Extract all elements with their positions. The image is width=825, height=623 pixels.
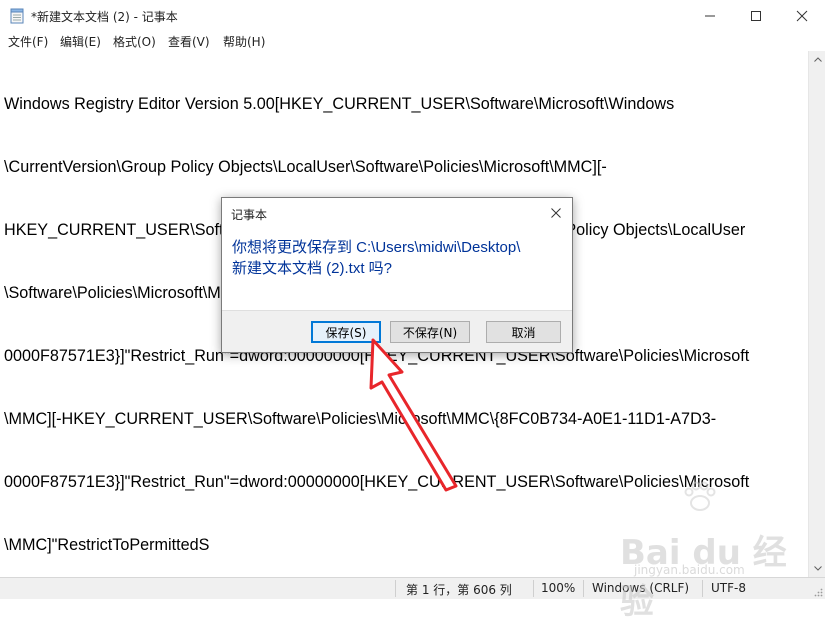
menu-file[interactable]: 文件(F) <box>8 33 48 50</box>
close-button[interactable] <box>779 0 825 31</box>
window-title: *新建文本文档 (2) - 记事本 <box>31 10 178 24</box>
editor-line: Windows Registry Editor Version 5.00[HKE… <box>4 95 675 113</box>
title-bar[interactable]: *新建文本文档 (2) - 记事本 <box>0 0 825 31</box>
dialog-message-line: 新建文本文档 (2).txt 吗? <box>232 260 393 277</box>
dialog-title-bar[interactable]: 记事本 <box>222 198 572 228</box>
close-icon <box>796 10 808 21</box>
maximize-button[interactable] <box>733 0 779 31</box>
menu-view[interactable]: 查看(V) <box>168 33 210 50</box>
status-divider <box>533 580 534 597</box>
cursor-position: 第 1 行，第 606 列 <box>406 583 512 597</box>
menu-format[interactable]: 格式(O) <box>113 33 156 50</box>
editor-line: \MMC][-HKEY_CURRENT_USER\Software\Polici… <box>4 410 717 428</box>
dialog-message: 你想将更改保存到 C:\Users\midwi\Desktop\ 新建文本文档 … <box>232 237 567 279</box>
menu-bar: 文件(F) 编辑(E) 格式(O) 查看(V) 帮助(H) <box>0 31 825 51</box>
menu-edit[interactable]: 编辑(E) <box>60 33 101 50</box>
menu-help[interactable]: 帮助(H) <box>223 33 265 50</box>
dialog-message-line: 你想将更改保存到 C:\Users\midwi\Desktop\ <box>232 239 521 256</box>
editor-line: \CurrentVersion\Group Policy Objects\Loc… <box>4 158 607 176</box>
minimize-icon <box>705 15 715 16</box>
status-divider <box>395 580 396 597</box>
scroll-up-button[interactable] <box>809 51 825 68</box>
zoom-level: 100% <box>541 581 576 595</box>
baidu-watermark: Bai du 经验 jingyan.baidu.com <box>620 481 820 622</box>
save-changes-dialog: 记事本 你想将更改保存到 C:\Users\midwi\Desktop\ 新建文… <box>221 197 573 353</box>
close-icon <box>551 208 561 218</box>
paw-icon <box>684 481 716 511</box>
save-button[interactable]: 保存(S) <box>311 321 381 343</box>
dont-save-button[interactable]: 不保存(N) <box>390 321 470 343</box>
dialog-button-bar: 保存(S) 不保存(N) 取消 <box>222 310 572 352</box>
dialog-close-button[interactable] <box>540 198 572 228</box>
status-divider <box>583 580 584 597</box>
notepad-icon <box>10 8 24 24</box>
vertical-scrollbar[interactable] <box>808 51 825 577</box>
minimize-button[interactable] <box>687 0 733 31</box>
watermark-url: jingyan.baidu.com <box>634 563 745 577</box>
cancel-button[interactable]: 取消 <box>486 321 561 343</box>
maximize-icon <box>751 10 761 21</box>
chevron-up-icon <box>813 57 822 62</box>
dialog-title: 记事本 <box>231 208 268 222</box>
